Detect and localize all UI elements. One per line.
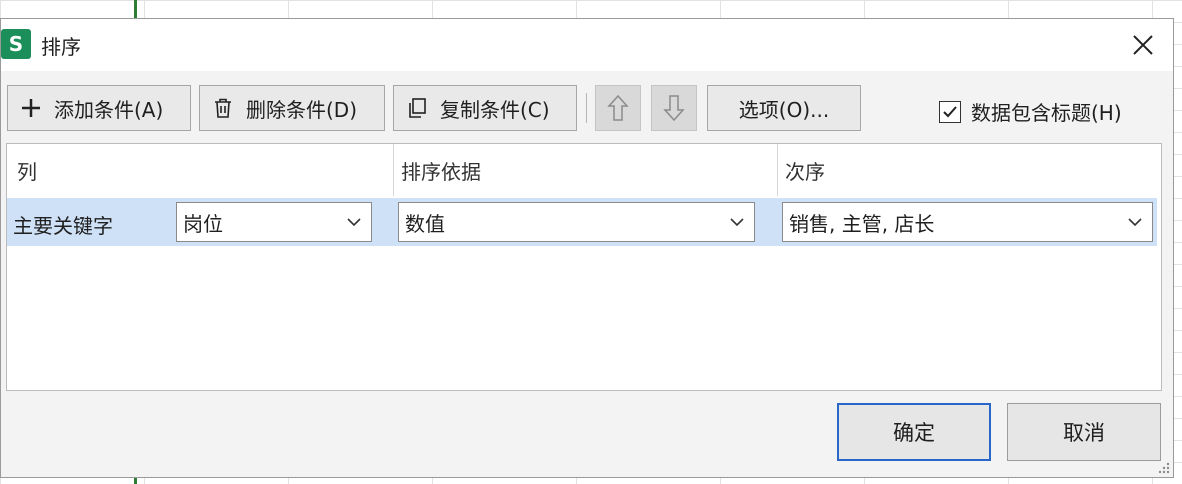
column-header-sort-on: 排序依据 <box>401 160 481 184</box>
dialog-titlebar: S 排序 <box>1 19 1173 71</box>
move-down-button[interactable] <box>651 85 697 131</box>
sort-on-dropdown-value: 数值 <box>405 211 445 236</box>
sort-dialog: S 排序 添加条件(A) 删除条件(D) 复制条件(C) 选项(O)... 数据… <box>0 18 1174 478</box>
resize-grip-icon[interactable] <box>1157 461 1171 475</box>
header-divider <box>777 144 778 196</box>
arrow-down-icon <box>663 95 685 122</box>
cancel-button[interactable]: 取消 <box>1007 403 1161 461</box>
column-header-order: 次序 <box>785 160 825 184</box>
header-checkbox[interactable] <box>939 100 961 123</box>
checkmark-icon <box>943 105 957 117</box>
move-up-button[interactable] <box>595 85 641 131</box>
column-header-column: 列 <box>17 160 37 184</box>
options-label: 选项(O)... <box>738 97 830 122</box>
options-button[interactable]: 选项(O)... <box>707 85 861 131</box>
chevron-down-icon <box>1126 213 1144 231</box>
column-dropdown[interactable]: 岗位 <box>176 202 372 242</box>
sort-on-dropdown[interactable]: 数值 <box>398 202 755 242</box>
copy-icon <box>402 93 432 123</box>
close-icon <box>1133 35 1153 55</box>
plus-icon <box>16 93 46 123</box>
arrow-up-icon <box>607 94 629 121</box>
ok-label: 确定 <box>893 421 935 445</box>
chevron-down-icon <box>728 213 746 231</box>
order-dropdown-value: 销售, 主管, 店长 <box>789 211 935 236</box>
header-divider <box>393 144 394 196</box>
delete-condition-button[interactable]: 删除条件(D) <box>199 85 385 131</box>
header-checkbox-label: 数据包含标题(H) <box>971 101 1122 125</box>
ok-button[interactable]: 确定 <box>837 403 991 461</box>
add-condition-button[interactable]: 添加条件(A) <box>7 85 191 131</box>
close-button[interactable] <box>1125 27 1161 63</box>
column-dropdown-value: 岗位 <box>183 211 223 236</box>
delete-condition-label: 删除条件(D) <box>246 97 358 122</box>
add-condition-label: 添加条件(A) <box>54 97 164 122</box>
order-dropdown[interactable]: 销售, 主管, 店长 <box>782 202 1153 242</box>
copy-condition-label: 复制条件(C) <box>440 97 550 122</box>
chevron-down-icon <box>345 213 363 231</box>
cancel-label: 取消 <box>1063 421 1105 445</box>
sort-conditions-table: 列 排序依据 次序 主要关键字 岗位 数值 销售, 主管, 店长 <box>6 143 1162 391</box>
dialog-title: 排序 <box>41 35 81 59</box>
header-checkbox-row[interactable]: 数据包含标题(H) <box>939 97 1122 126</box>
trash-icon <box>208 93 238 123</box>
spreadsheet-app-icon: S <box>1 29 31 59</box>
primary-key-label: 主要关键字 <box>13 214 113 238</box>
copy-condition-button[interactable]: 复制条件(C) <box>393 85 577 131</box>
table-row[interactable]: 主要关键字 岗位 数值 销售, 主管, 店长 <box>7 198 1157 246</box>
dialog-toolbar: 添加条件(A) 删除条件(D) 复制条件(C) 选项(O)... 数据包含标题(… <box>1 71 1173 143</box>
toolbar-separator <box>586 93 587 123</box>
